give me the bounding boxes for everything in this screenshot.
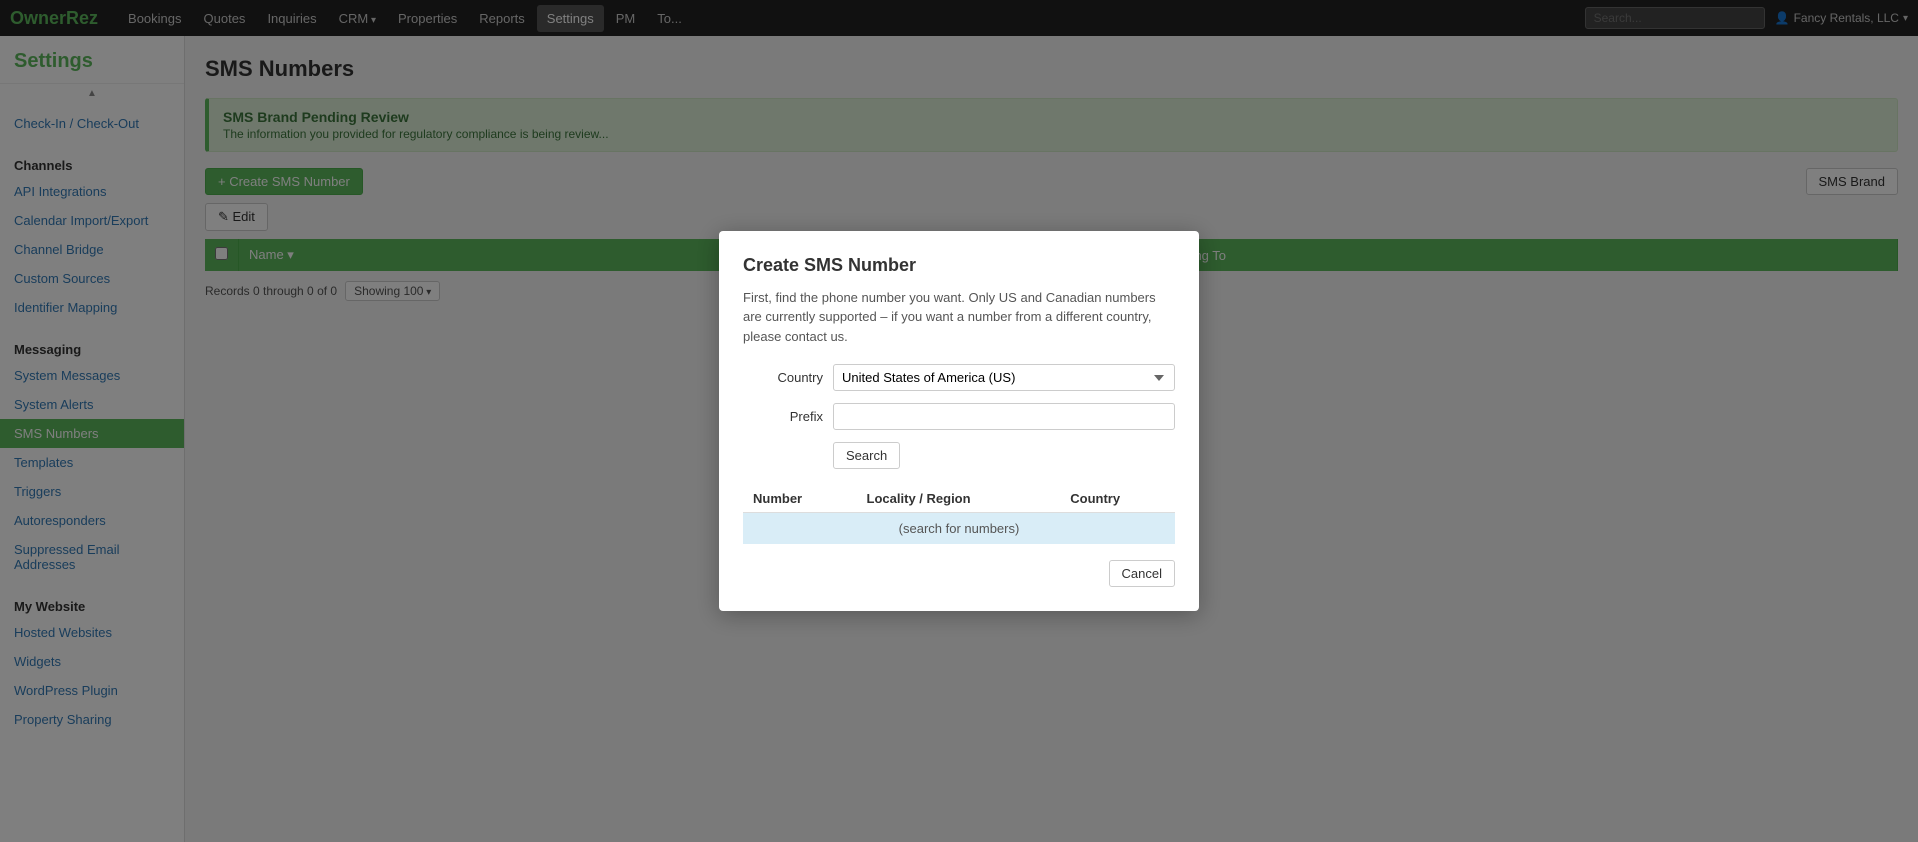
results-placeholder-row: (search for numbers) (743, 513, 1175, 545)
modal-search-button[interactable]: Search (833, 442, 900, 469)
modal-description: First, find the phone number you want. O… (743, 288, 1175, 347)
modal-title: Create SMS Number (743, 255, 1175, 276)
modal-country-row: Country United States of America (US) Ca… (743, 364, 1175, 391)
col-number: Number (743, 485, 857, 513)
prefix-input[interactable] (833, 403, 1175, 430)
prefix-label: Prefix (743, 409, 823, 424)
country-label: Country (743, 370, 823, 385)
modal-overlay: Create SMS Number First, find the phone … (0, 0, 1918, 842)
modal-search-btn-container: Search (833, 442, 1175, 469)
results-placeholder-text: (search for numbers) (743, 513, 1175, 545)
modal-results-table: Number Locality / Region Country (search… (743, 485, 1175, 544)
results-table-header: Number Locality / Region Country (743, 485, 1175, 513)
cancel-button[interactable]: Cancel (1109, 560, 1175, 587)
results-table-body: (search for numbers) (743, 513, 1175, 545)
country-select[interactable]: United States of America (US) Canada (CA… (833, 364, 1175, 391)
col-locality: Locality / Region (857, 485, 1061, 513)
modal-footer: Cancel (743, 560, 1175, 587)
col-country: Country (1060, 485, 1175, 513)
create-sms-modal: Create SMS Number First, find the phone … (719, 231, 1199, 612)
modal-prefix-row: Prefix (743, 403, 1175, 430)
